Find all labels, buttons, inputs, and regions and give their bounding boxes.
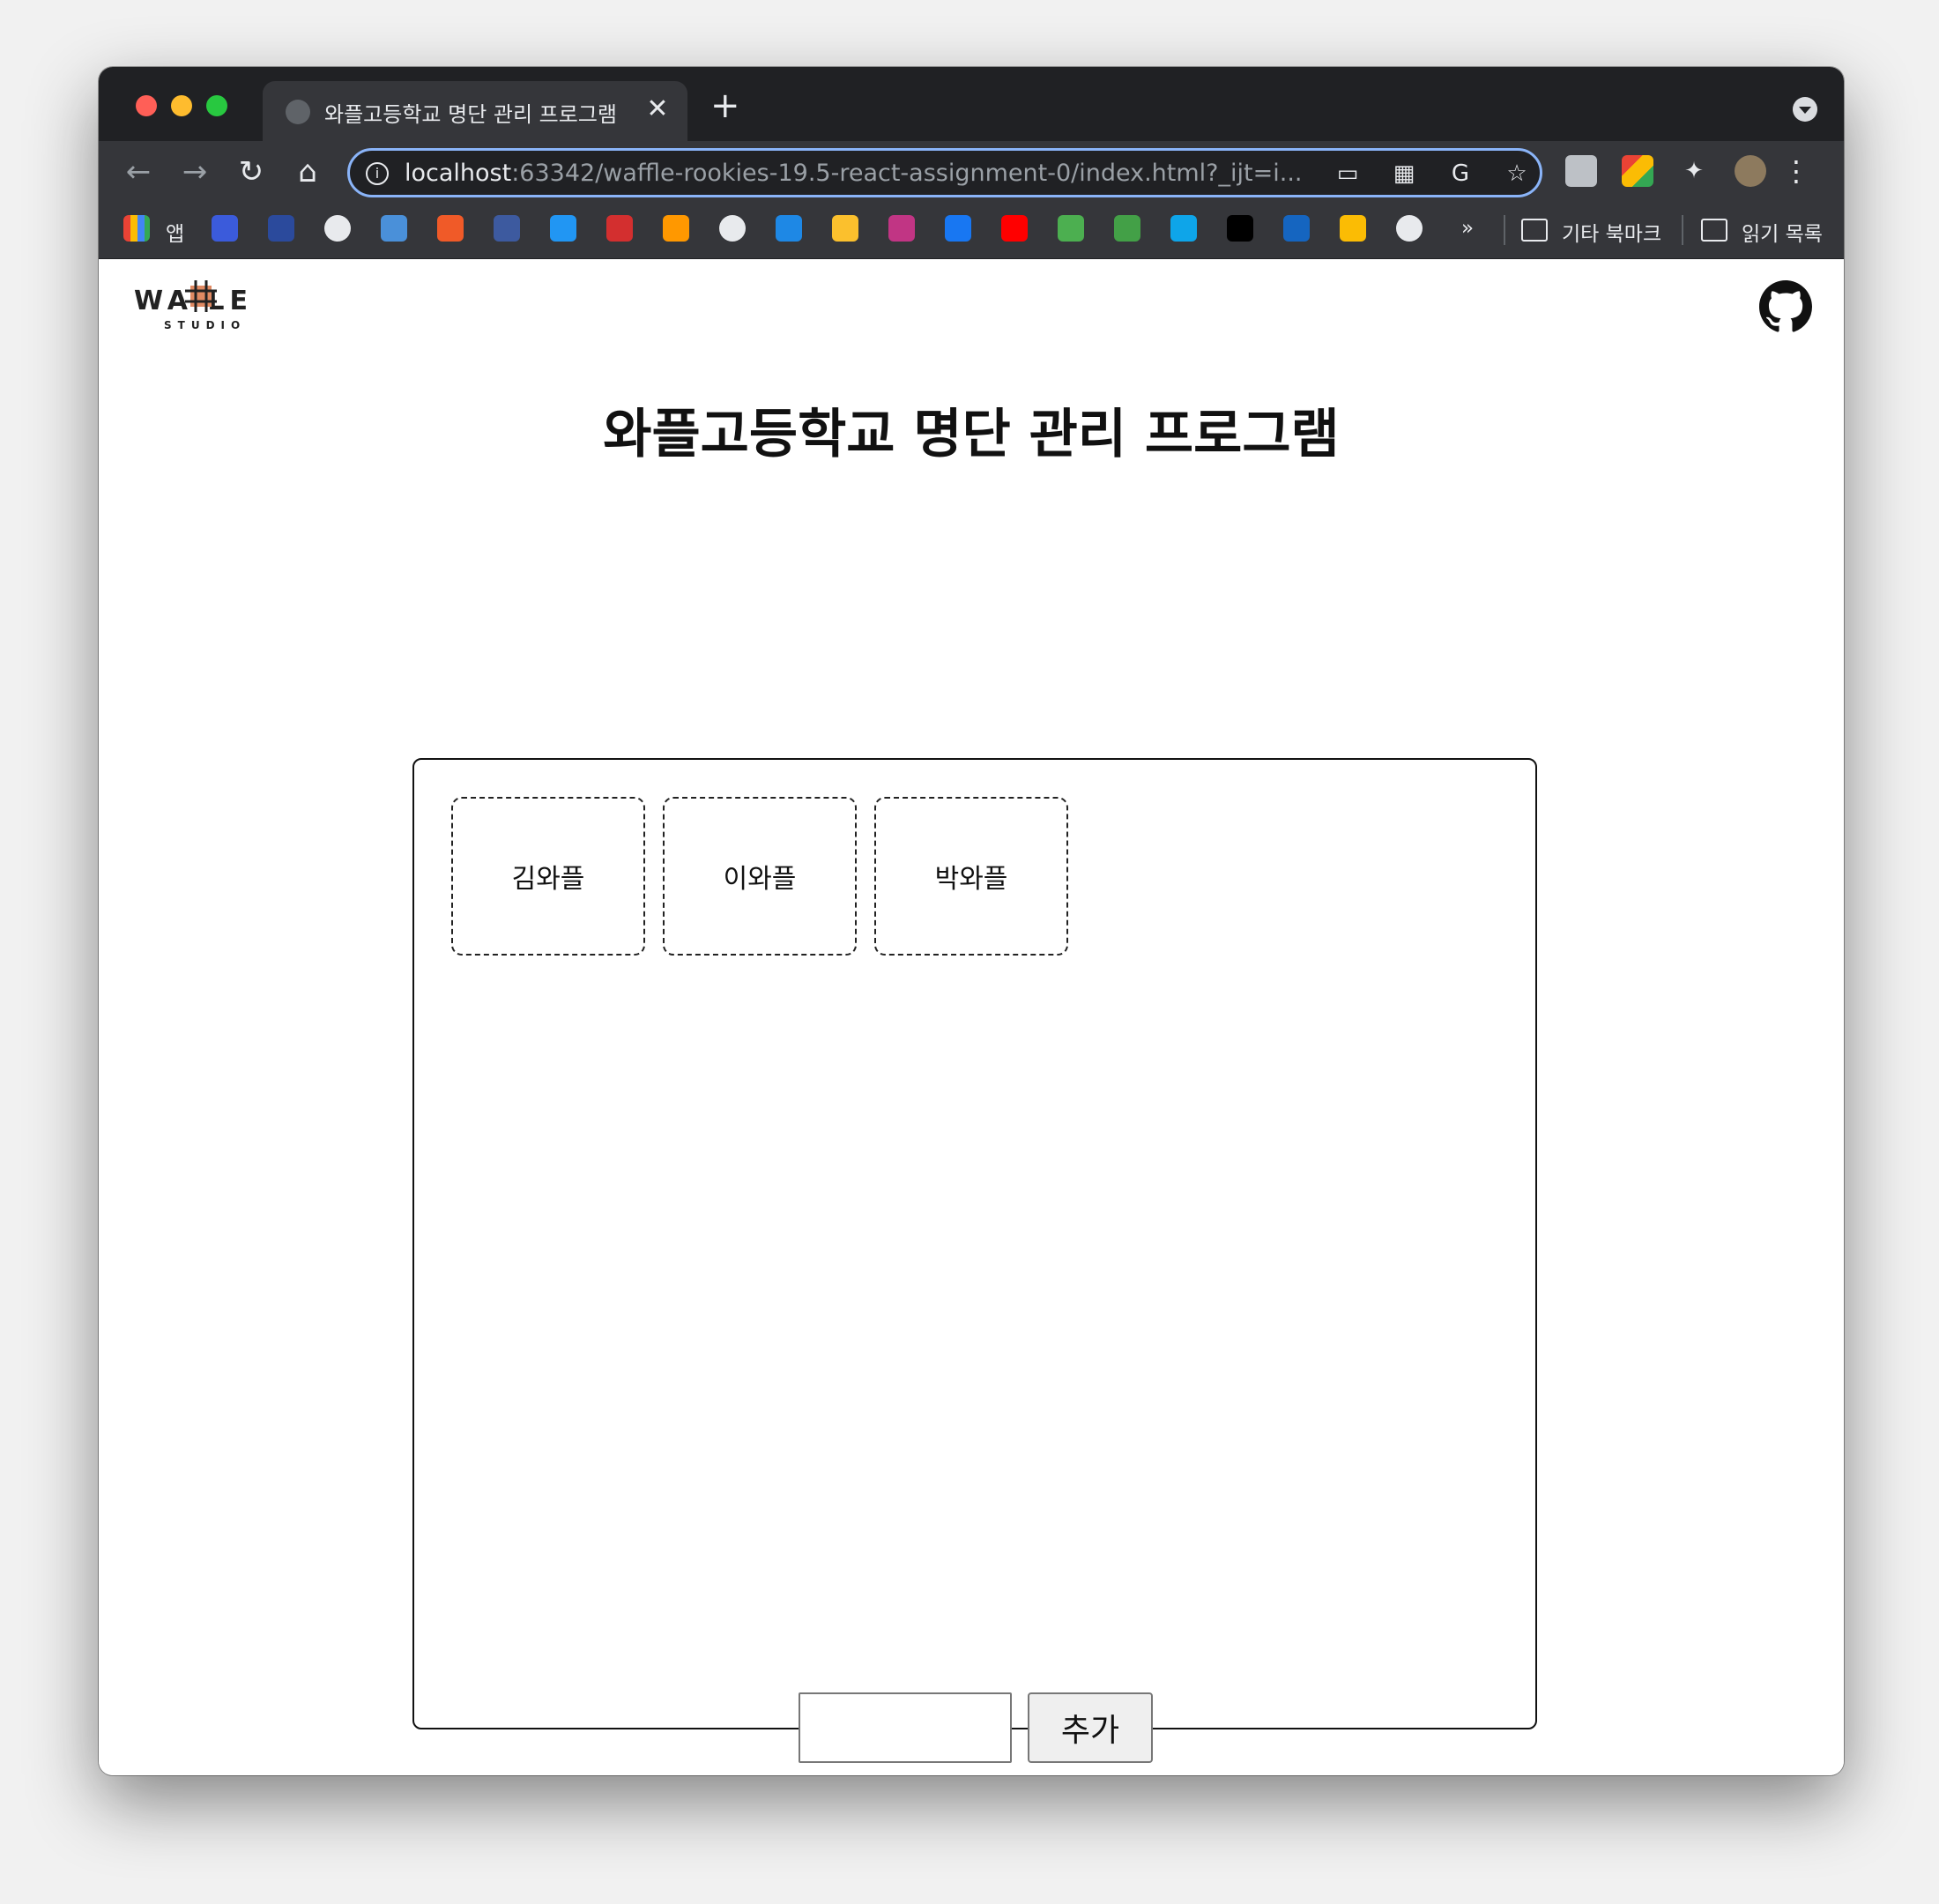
address-bar[interactable]: i localhost:63342/waffle-rookies-19.5-re… <box>347 148 1542 197</box>
maximize-window-button[interactable] <box>206 95 227 116</box>
browser-toolbar: ← → ↻ ⌂ i localhost:63342/waffle-rookies… <box>99 141 1844 203</box>
bookmark-apps-label[interactable]: 앱 <box>166 217 184 247</box>
waffle-grid-icon <box>185 280 217 312</box>
new-tab-button[interactable]: + <box>710 86 740 125</box>
bookmark-favicon-icon[interactable] <box>1114 215 1140 242</box>
bookmark-favicon-icon[interactable] <box>1058 215 1084 242</box>
bookmark-favicon-icon[interactable] <box>437 215 464 242</box>
bookmark-favicon-icon[interactable] <box>550 215 576 242</box>
browser-window: 와플고등학교 명단 관리 프로그램 ✕ + ← → ↻ ⌂ i localhos… <box>99 67 1844 1775</box>
bookmark-favicon-icon[interactable] <box>945 215 971 242</box>
extension-colorful-icon[interactable] <box>1622 155 1653 187</box>
bookmark-favicon-icon[interactable] <box>1170 215 1197 242</box>
profile-avatar[interactable] <box>1735 155 1766 187</box>
bookmark-reading-list[interactable]: 읽기 목록 <box>1742 217 1823 247</box>
tab-active[interactable]: 와플고등학교 명단 관리 프로그램 ✕ <box>263 81 687 141</box>
bookmark-favicon-icon[interactable] <box>1340 215 1366 242</box>
bookmark-favicon-icon[interactable] <box>1396 215 1423 242</box>
bookmark-other-folder[interactable]: 기타 북마크 <box>1562 217 1661 247</box>
bookmark-favicon-icon[interactable] <box>832 215 858 242</box>
tab-search-icon[interactable] <box>1793 97 1817 122</box>
bookmark-favicon-icon[interactable] <box>212 215 238 242</box>
page-content: WA LE STUDIO 와플고등학교 명단 관리 프로그램 김와플 이와플 박… <box>99 259 1844 1775</box>
bookmark-favicon-icon[interactable] <box>268 215 294 242</box>
bookmark-favicon-icon[interactable] <box>494 215 520 242</box>
student-card[interactable]: 박와플 <box>874 797 1068 956</box>
qr-code-icon[interactable]: ▦ <box>1390 161 1418 186</box>
bookmark-favicon-icon[interactable] <box>381 215 407 242</box>
student-card[interactable]: 이와플 <box>663 797 857 956</box>
add-button[interactable]: 추가 <box>1028 1692 1153 1763</box>
bookmark-favicon-icon[interactable] <box>1227 215 1253 242</box>
url-text: localhost:63342/waffle-rookies-19.5-reac… <box>405 160 1302 187</box>
tab-title: 와플고등학교 명단 관리 프로그램 <box>324 102 618 127</box>
bookmark-favicon-icon[interactable] <box>1001 215 1028 242</box>
bookmark-favicon-icon[interactable] <box>776 215 802 242</box>
waffle-studio-logo[interactable]: WA LE STUDIO <box>134 280 266 337</box>
bookmark-star-icon[interactable]: ☆ <box>1503 161 1531 186</box>
student-card[interactable]: 김와플 <box>451 797 645 956</box>
bookmark-favicon-icon[interactable] <box>663 215 689 242</box>
back-button[interactable]: ← <box>118 152 159 192</box>
browser-menu-icon[interactable]: ⋮ <box>1782 153 1810 189</box>
bookmark-separator <box>1504 215 1505 245</box>
folder-icon <box>1521 219 1548 242</box>
reading-list-icon <box>1701 219 1727 242</box>
bookmark-favicon-icon[interactable] <box>324 215 351 242</box>
url-host: localhost <box>405 160 512 187</box>
close-window-button[interactable] <box>136 95 157 116</box>
minimize-window-button[interactable] <box>171 95 192 116</box>
reload-button[interactable]: ↻ <box>231 152 271 192</box>
close-tab-icon[interactable]: ✕ <box>642 93 673 125</box>
extension-keep-icon[interactable] <box>1565 155 1597 187</box>
home-button[interactable]: ⌂ <box>287 152 328 192</box>
forward-button[interactable]: → <box>175 152 215 192</box>
bookmark-favicon-icon[interactable] <box>1283 215 1310 242</box>
site-info-icon[interactable]: i <box>366 162 389 185</box>
extensions-puzzle-icon[interactable]: ✦ <box>1680 159 1708 183</box>
logo-subtitle: STUDIO <box>164 319 247 331</box>
bookmarks-overflow[interactable]: » <box>1461 217 1474 240</box>
globe-icon <box>286 100 310 124</box>
bookmark-favicon-icon[interactable] <box>888 215 915 242</box>
translate-icon[interactable]: G <box>1446 161 1475 186</box>
bookmark-favicon-icon[interactable] <box>606 215 633 242</box>
bookmark-separator <box>1682 215 1683 245</box>
student-name-input[interactable] <box>799 1692 1012 1763</box>
github-icon[interactable] <box>1759 280 1812 333</box>
apps-grid-icon[interactable] <box>123 215 150 242</box>
student-board: 김와플 이와플 박와플 <box>412 758 1537 1729</box>
url-path: :63342/waffle-rookies-19.5-react-assignm… <box>511 160 1303 187</box>
cast-icon[interactable]: ▭ <box>1334 161 1362 186</box>
bookmark-favicon-icon[interactable] <box>719 215 746 242</box>
bookmarks-bar: 앱 » 기타 북마크 읽기 목록 <box>99 203 1844 259</box>
page-title: 와플고등학교 명단 관리 프로그램 <box>603 404 1340 465</box>
tab-bar: 와플고등학교 명단 관리 프로그램 ✕ + <box>99 67 1844 141</box>
